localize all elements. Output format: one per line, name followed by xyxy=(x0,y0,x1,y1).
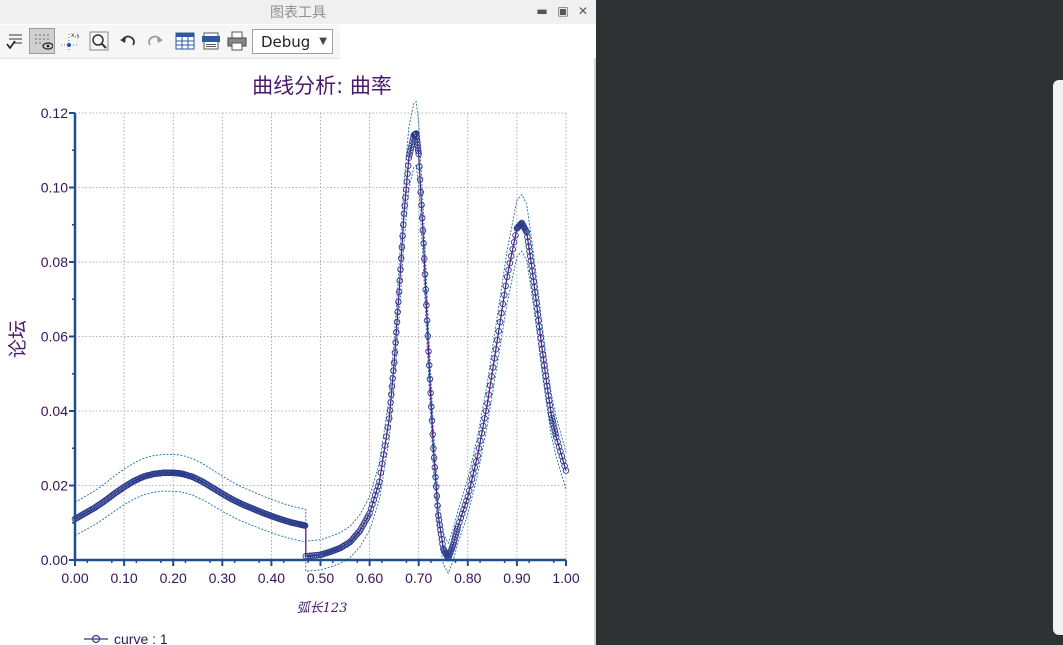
y-tick-labels: 0.00 0.02 0.04 0.06 0.08 0.10 0.12 xyxy=(41,105,68,568)
debug-dropdown[interactable]: Debug ▼ xyxy=(252,29,333,54)
close-button[interactable]: ✕ xyxy=(575,3,591,19)
table-icon xyxy=(175,32,195,50)
zoom-icon xyxy=(89,31,109,51)
y-tick-label: 0.04 xyxy=(41,403,68,419)
window-titlebar: 图表工具 ▬ ▣ ✕ xyxy=(0,0,596,24)
axes xyxy=(69,112,567,566)
scrollbar[interactable] xyxy=(1053,80,1063,635)
x-tick-label: 0.80 xyxy=(454,570,481,586)
series-markers xyxy=(71,130,570,562)
debug-dropdown-value: Debug xyxy=(261,33,311,51)
point-coords-icon: x,y xyxy=(61,32,79,50)
txt-export-button[interactable] xyxy=(198,28,224,54)
grid-lines xyxy=(75,112,567,560)
x-tick-label: 0.30 xyxy=(209,570,236,586)
y-axis-label: 论坛 xyxy=(7,320,29,358)
undo-button[interactable] xyxy=(115,28,141,54)
x-tick-label: 0.40 xyxy=(258,570,285,586)
background-panel xyxy=(596,0,1063,645)
chevron-down-icon: ▼ xyxy=(319,36,327,47)
x-tick-label: 0.90 xyxy=(503,570,530,586)
print-icon xyxy=(227,31,247,51)
y-tick-label: 0.10 xyxy=(41,180,68,196)
print-button[interactable] xyxy=(224,28,250,54)
chart-title: 曲线分析: 曲率 xyxy=(252,74,392,98)
y-tick-label: 0.06 xyxy=(41,329,68,345)
x-tick-label: 0.50 xyxy=(307,570,334,586)
x-tick-label: 0.20 xyxy=(160,570,187,586)
point-coords-button[interactable]: x,y xyxy=(56,28,82,54)
zoom-button[interactable] xyxy=(86,28,112,54)
grid-view-button[interactable] xyxy=(29,28,55,54)
list-check-icon xyxy=(6,34,22,50)
x-tick-label: 0.70 xyxy=(405,570,432,586)
x-axis-label: 弧长123 xyxy=(297,601,348,616)
x-tick-labels: 0.00 0.10 0.20 0.30 0.40 0.50 0.60 0.70 0.80 0.90… xyxy=(61,570,579,586)
chart-area: 0.00 0.10 0.20 0.30 0.40 0.50 0.60 0.70 0.80 0.90… xyxy=(7,74,580,645)
x-tick-label: 0.60 xyxy=(356,570,383,586)
minimize-button[interactable]: ▬ xyxy=(534,3,550,19)
window-title: 图表工具 xyxy=(270,5,326,21)
redo-button[interactable] xyxy=(142,28,168,54)
chart-tool-window: 图表工具 ▬ ▣ ✕ x,y Debug ▼ 0.00 0.10 0.20 0.… xyxy=(0,0,596,645)
x-tick-label: 0.10 xyxy=(110,570,137,586)
maximize-button[interactable]: ▣ xyxy=(555,3,571,19)
y-tick-label: 0.12 xyxy=(41,105,68,121)
redo-icon xyxy=(148,35,163,46)
x-tick-label: 1.00 xyxy=(552,570,579,586)
txt-export-icon xyxy=(202,32,220,50)
y-tick-label: 0.08 xyxy=(41,254,68,270)
undo-icon xyxy=(120,35,135,46)
legend-label: curve : 1 xyxy=(114,631,168,645)
table-button[interactable] xyxy=(172,28,198,54)
y-tick-label: 0.02 xyxy=(41,478,68,494)
svg-text:x,y: x,y xyxy=(71,32,79,39)
chart-toolbar: x,y Debug ▼ xyxy=(0,25,340,59)
grid-eye-icon xyxy=(35,34,53,50)
list-check-button[interactable] xyxy=(2,28,28,54)
y-tick-label: 0.00 xyxy=(41,552,68,568)
x-tick-label: 0.00 xyxy=(61,570,88,586)
legend: curve : 1 xyxy=(84,631,168,645)
